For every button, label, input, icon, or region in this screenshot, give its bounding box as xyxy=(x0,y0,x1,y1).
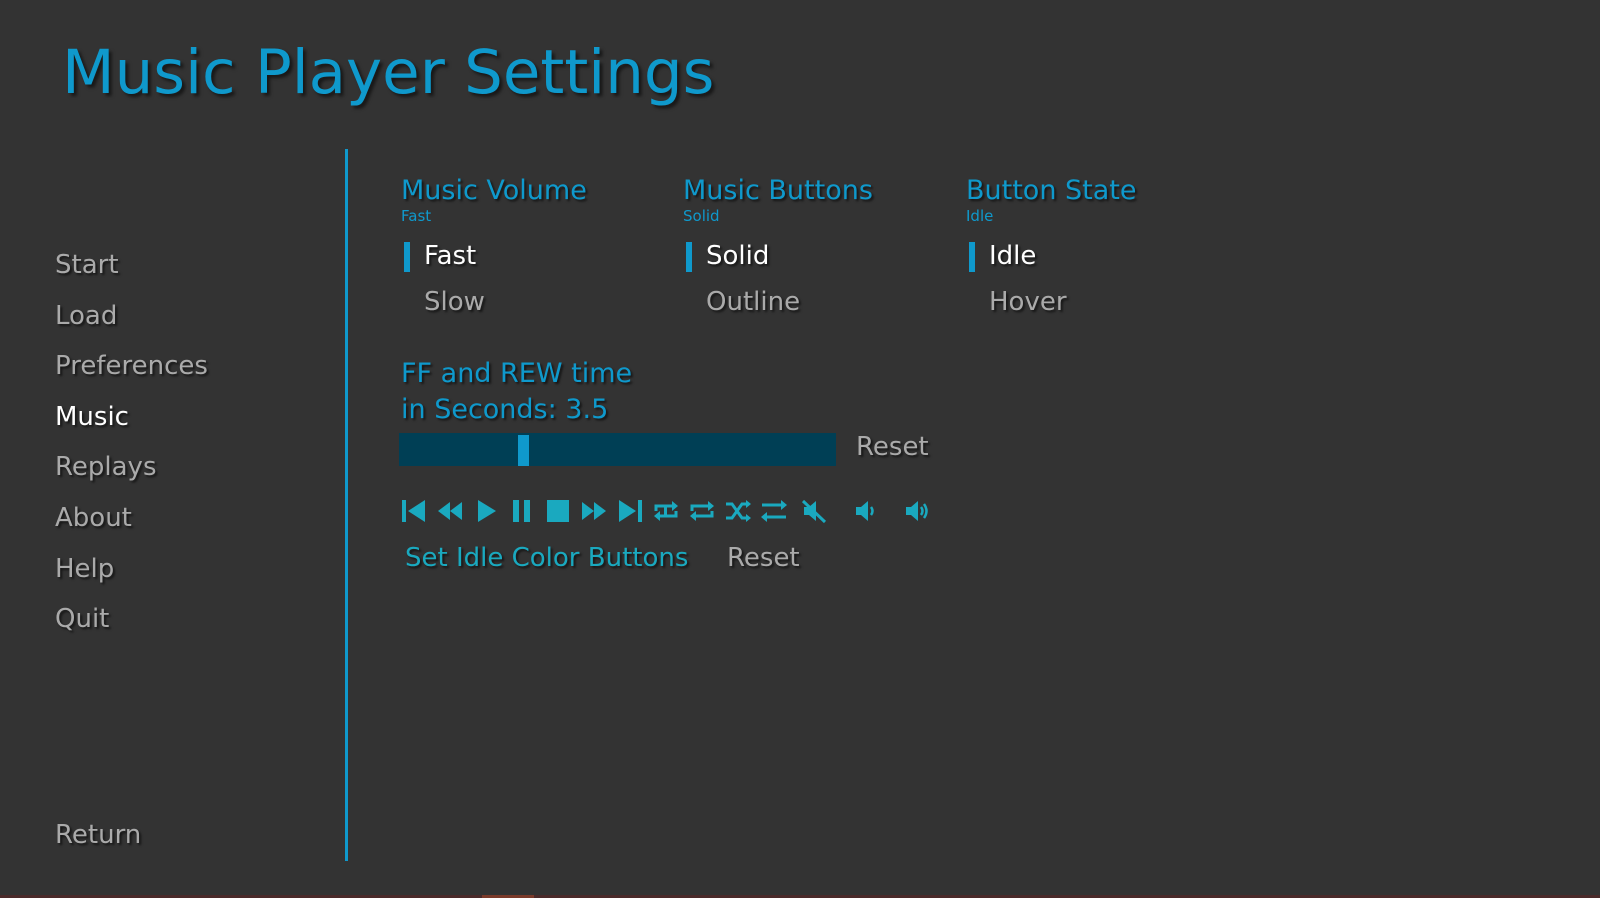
nav-item-help[interactable]: Help xyxy=(55,551,208,602)
music-volume-title: Music Volume xyxy=(401,175,587,206)
button-state-current: Idle xyxy=(966,207,994,225)
option-label: Outline xyxy=(706,287,801,317)
mute-icon[interactable] xyxy=(799,494,829,528)
page-title: Music Player Settings xyxy=(62,37,715,108)
set-idle-color-buttons[interactable]: Set Idle Color Buttons xyxy=(405,543,688,573)
play-icon[interactable] xyxy=(471,494,501,528)
option-hover[interactable]: Hover xyxy=(966,280,1137,326)
return-button[interactable]: Return xyxy=(55,820,141,850)
rewind-icon[interactable] xyxy=(435,494,465,528)
nav-item-start[interactable]: Start xyxy=(55,247,208,298)
selected-marker xyxy=(969,242,975,272)
ff-rew-label: FF and REW time in Seconds: 3.5 xyxy=(401,356,632,428)
ff-rew-label-line2: in Seconds: 3.5 xyxy=(401,394,609,425)
option-label: Idle xyxy=(989,241,1037,271)
volume-down-icon[interactable] xyxy=(851,494,881,528)
button-state-title: Button State xyxy=(966,175,1137,206)
option-idle[interactable]: Idle xyxy=(966,234,1137,280)
option-label: Hover xyxy=(989,287,1067,317)
music-volume-group: Music Volume Fast Fast Slow xyxy=(401,175,587,326)
nav-item-replays[interactable]: Replays xyxy=(55,449,208,500)
nav-item-music[interactable]: Music xyxy=(55,399,208,450)
nav-item-load[interactable]: Load xyxy=(55,298,208,349)
ff-rew-slider-thumb[interactable] xyxy=(518,435,529,466)
ff-rew-reset-button[interactable]: Reset xyxy=(856,432,929,462)
repeat-icon[interactable] xyxy=(687,494,717,528)
option-outline[interactable]: Outline xyxy=(683,280,873,326)
fast-forward-icon[interactable] xyxy=(579,494,609,528)
option-label: Fast xyxy=(424,241,477,271)
main-menu: Start Load Preferences Music Replays Abo… xyxy=(55,247,208,652)
shuffle-icon[interactable] xyxy=(723,494,753,528)
option-label: Solid xyxy=(706,241,770,271)
option-solid[interactable]: Solid xyxy=(683,234,873,280)
repeat-one-icon[interactable] xyxy=(651,494,681,528)
divider xyxy=(345,149,348,861)
button-state-group: Button State Idle Idle Hover xyxy=(966,175,1137,326)
music-buttons-group: Music Buttons Solid Solid Outline xyxy=(683,175,873,326)
option-slow[interactable]: Slow xyxy=(401,280,587,326)
selected-marker xyxy=(686,242,692,272)
option-label: Slow xyxy=(424,287,485,317)
nav-item-quit[interactable]: Quit xyxy=(55,601,208,652)
selected-marker xyxy=(404,242,410,272)
music-buttons-title: Music Buttons xyxy=(683,175,873,206)
volume-up-icon[interactable] xyxy=(902,494,932,528)
music-volume-current: Fast xyxy=(401,207,432,225)
music-buttons-current: Solid xyxy=(683,207,720,225)
ff-rew-slider[interactable] xyxy=(399,433,836,466)
skip-forward-icon[interactable] xyxy=(615,494,645,528)
repeat-off-icon[interactable] xyxy=(759,494,789,528)
stop-icon[interactable] xyxy=(543,494,573,528)
skip-back-icon[interactable] xyxy=(399,494,429,528)
pause-icon[interactable] xyxy=(507,494,537,528)
nav-item-preferences[interactable]: Preferences xyxy=(55,348,208,399)
ff-rew-label-line1: FF and REW time xyxy=(401,358,633,389)
nav-item-about[interactable]: About xyxy=(55,500,208,551)
idle-color-reset-button[interactable]: Reset xyxy=(727,543,800,573)
option-fast[interactable]: Fast xyxy=(401,234,587,280)
